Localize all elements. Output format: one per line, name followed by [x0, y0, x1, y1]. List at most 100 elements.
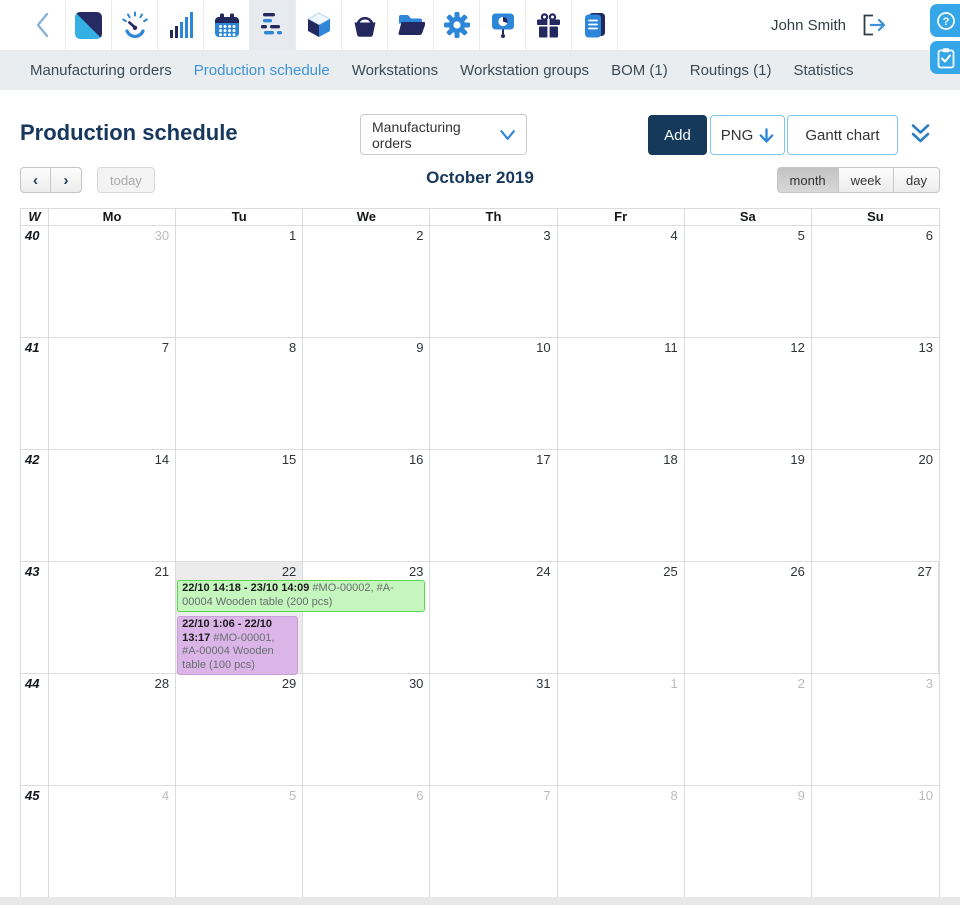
production-schedule-button[interactable] — [250, 0, 296, 50]
day-cell-5[interactable]: 5 — [685, 226, 812, 337]
day-cell-12[interactable]: 12 — [685, 338, 812, 449]
day-cell-21[interactable]: 21 — [49, 562, 177, 673]
day-cell-14[interactable]: 14 — [49, 450, 177, 561]
day-number: 7 — [543, 788, 551, 803]
day-number: 19 — [790, 452, 805, 467]
view-mode-select-value: Manufacturing orders — [372, 118, 461, 151]
week-column-header: W — [21, 209, 49, 225]
day-header-tu: Tu — [176, 209, 304, 225]
nav-workstation-groups[interactable]: Workstation groups — [449, 62, 600, 79]
day-header-we: We — [303, 209, 431, 225]
procurement-button[interactable] — [342, 0, 388, 50]
nav-statistics[interactable]: Statistics — [782, 62, 864, 79]
calendar-event[interactable]: 22/10 14:18 - 23/10 14:09 #MO-00002, #A-… — [177, 580, 426, 612]
day-cell-2[interactable]: 2 — [303, 226, 431, 337]
day-number: 1 — [289, 228, 297, 243]
day-cell-20[interactable]: 20 — [812, 450, 939, 561]
day-cell-8[interactable]: 8 — [176, 338, 304, 449]
day-cell-31[interactable]: 31 — [430, 674, 558, 785]
day-cell-5[interactable]: 5 — [176, 786, 304, 898]
day-cell-3[interactable]: 3 — [430, 226, 558, 337]
gantt-chart-button[interactable]: Gantt chart — [787, 115, 898, 155]
day-cell-15[interactable]: 15 — [176, 450, 304, 561]
day-cell-2[interactable]: 2 — [685, 674, 812, 785]
statistics-icon — [169, 12, 193, 38]
statistics-button[interactable] — [158, 0, 204, 50]
day-cell-24[interactable]: 24 — [430, 562, 558, 673]
day-cell-7[interactable]: 7 — [49, 338, 177, 449]
day-cell-8[interactable]: 8 — [558, 786, 685, 898]
day-cell-9[interactable]: 9 — [303, 338, 431, 449]
day-cell-4[interactable]: 4 — [49, 786, 177, 898]
day-cell-3[interactable]: 3 — [812, 674, 939, 785]
day-cell-30[interactable]: 30 — [49, 226, 177, 337]
day-cell-18[interactable]: 18 — [558, 450, 685, 561]
notes-button[interactable] — [572, 0, 618, 50]
horizontal-scrollbar[interactable] — [0, 897, 960, 905]
png-export-button[interactable]: PNG — [710, 115, 785, 155]
day-number: 29 — [281, 676, 297, 691]
day-cell-16[interactable]: 16 — [303, 450, 431, 561]
settings-button[interactable] — [434, 0, 480, 50]
nav-workstations[interactable]: Workstations — [341, 62, 449, 79]
day-cell-17[interactable]: 17 — [430, 450, 558, 561]
back-icon — [36, 12, 48, 38]
back-button[interactable] — [20, 0, 66, 50]
tasks-button[interactable] — [930, 41, 960, 74]
day-cell-1[interactable]: 1 — [558, 674, 685, 785]
nav-production-schedule[interactable]: Production schedule — [183, 62, 341, 79]
day-cell-11[interactable]: 11 — [558, 338, 685, 449]
collapse-header-button[interactable] — [908, 123, 933, 145]
view-mode-select[interactable]: Manufacturing orders — [360, 114, 527, 155]
day-cell-30[interactable]: 30 — [303, 674, 431, 785]
day-number: 8 — [289, 340, 297, 355]
day-cell-6[interactable]: 6 — [812, 226, 939, 337]
day-number: 22 — [281, 564, 297, 579]
gift-button[interactable] — [526, 0, 572, 50]
calendar-week-row-40: 40 30 1 2 3 4 5 6 — [21, 226, 939, 338]
day-number: 7 — [161, 340, 170, 355]
day-cell-4[interactable]: 4 — [558, 226, 685, 337]
day-cell-13[interactable]: 13 — [812, 338, 939, 449]
documents-button[interactable] — [388, 0, 434, 50]
day-cell-10[interactable]: 10 — [812, 786, 939, 898]
procurement-icon — [354, 16, 375, 37]
calendar-nav-button[interactable] — [204, 0, 250, 50]
calendar-event[interactable]: 22/10 1:06 - 22/10 13:17 #MO-00001, #A-0… — [177, 616, 299, 675]
stock-button[interactable] — [296, 0, 342, 50]
day-cell-9[interactable]: 9 — [685, 786, 812, 898]
view-month-button[interactable]: month — [776, 167, 839, 193]
day-cell-7[interactable]: 7 — [430, 786, 558, 898]
day-cell-23[interactable]: 23 — [303, 562, 431, 673]
day-cell-1[interactable]: 1 — [176, 226, 304, 337]
day-cell-10[interactable]: 10 — [430, 338, 558, 449]
day-cell-19[interactable]: 19 — [685, 450, 812, 561]
day-cell-28[interactable]: 28 — [49, 674, 177, 785]
day-cell-26[interactable]: 26 — [685, 562, 812, 673]
day-cell-25[interactable]: 25 — [558, 562, 685, 673]
view-day-button[interactable]: day — [894, 167, 940, 193]
add-button[interactable]: Add — [648, 115, 707, 155]
day-header-th: Th — [430, 209, 558, 225]
nav-manufacturing-orders[interactable]: Manufacturing orders — [19, 62, 183, 79]
week-number: 43 — [21, 562, 49, 673]
presentation-button[interactable] — [480, 0, 526, 50]
app-logo-button[interactable] — [66, 0, 112, 50]
day-cell-29[interactable]: 29 — [176, 674, 304, 785]
day-header-mo: Mo — [49, 209, 177, 225]
calendar-week-row-44: 44 28 29 30 31 1 2 3 — [21, 674, 939, 786]
day-cell-27[interactable]: 27 — [812, 562, 939, 673]
day-cell-6[interactable]: 6 — [303, 786, 431, 898]
week-number: 44 — [21, 674, 49, 785]
day-number: 6 — [416, 788, 424, 803]
day-number: 9 — [416, 340, 424, 355]
dashboard-button[interactable] — [112, 0, 158, 50]
view-week-button[interactable]: week — [838, 167, 895, 193]
presentation-icon — [491, 13, 514, 38]
day-number: 31 — [536, 676, 551, 691]
logout-icon[interactable] — [860, 13, 888, 37]
help-button[interactable]: ? — [930, 4, 960, 37]
nav-routings[interactable]: Routings (1) — [679, 62, 783, 79]
nav-bom[interactable]: BOM (1) — [600, 62, 679, 79]
day-number: 3 — [543, 228, 551, 243]
